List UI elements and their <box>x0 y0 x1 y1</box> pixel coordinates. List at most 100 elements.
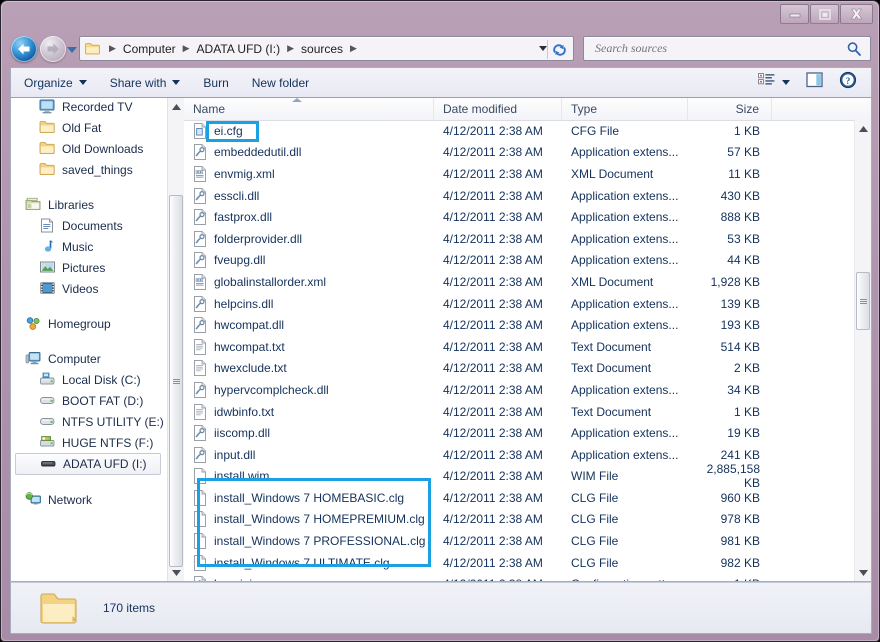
column-header-size[interactable]: Size <box>688 98 772 120</box>
scroll-down-arrow-icon[interactable] <box>855 564 871 581</box>
sidebar-scrollbar-track[interactable] <box>168 115 184 567</box>
sidebar-item-music[interactable]: Music <box>11 236 169 257</box>
table-row[interactable]: install_Windows 7 HOMEBASIC.clg 4/12/2011… <box>184 487 855 509</box>
file-list-scrollbar-thumb[interactable] <box>856 272 870 330</box>
file-name-cell[interactable]: hwcompat.txt <box>184 338 434 355</box>
search-box[interactable] <box>583 36 871 61</box>
file-name-cell[interactable]: ei.cfg <box>184 122 434 139</box>
change-view-button[interactable] <box>751 71 797 94</box>
sidebar-scrollbar[interactable] <box>167 98 184 581</box>
table-row[interactable]: ei.cfg 4/12/2011 2:38 AM CFG File 1 KB <box>184 120 855 142</box>
sidebar-item-old-fat[interactable]: Old Fat <box>11 117 169 138</box>
column-header-name[interactable]: Name <box>184 98 434 120</box>
refresh-button[interactable] <box>547 40 570 59</box>
sidebar-scrollbar-thumb[interactable] <box>169 195 183 567</box>
breadcrumb-bar[interactable]: ▶ Computer ▶ ADATA UFD (I:) ▶ sources ▶ <box>79 36 574 61</box>
table-row[interactable]: helpcins.dll 4/12/2011 2:38 AM Application… <box>184 293 855 315</box>
table-row[interactable]: iiscomp.dll 4/12/2011 2:38 AM Application … <box>184 422 855 444</box>
share-with-button[interactable]: Share with <box>100 70 191 95</box>
new-folder-button[interactable]: New folder <box>242 70 319 95</box>
scroll-down-arrow-icon[interactable] <box>168 564 184 581</box>
file-type-cell: WIM File <box>571 469 619 484</box>
sidebar-item-computer[interactable]: Computer <box>11 348 169 369</box>
file-date-cell: 4/12/2011 2:38 AM <box>443 296 543 311</box>
breadcrumb-item-sources[interactable]: sources <box>298 41 346 57</box>
file-name-cell[interactable]: helpcins.dll <box>184 295 434 312</box>
file-list-scrollbar-track[interactable] <box>855 137 871 564</box>
table-row[interactable]: hwcompat.txt 4/12/2011 2:38 AM Text Docume… <box>184 336 855 358</box>
sidebar-item-pictures[interactable]: Pictures <box>11 257 169 278</box>
sidebar-item-saved-things[interactable]: saved_things <box>11 159 169 180</box>
sidebar-item-videos[interactable]: Videos <box>11 278 169 299</box>
sidebar-item-adata-ufd-i[interactable]: ADATA UFD (I:) <box>15 453 161 475</box>
table-row[interactable]: fveupg.dll 4/12/2011 2:38 AM Application e… <box>184 250 855 272</box>
file-name-cell[interactable]: fveupg.dll <box>184 252 434 269</box>
scroll-thumb-grip-icon <box>172 378 180 385</box>
file-list-scrollbar[interactable] <box>854 120 871 581</box>
file-name-cell[interactable]: esscli.dll <box>184 187 434 204</box>
scroll-up-arrow-icon[interactable] <box>855 120 871 137</box>
column-header-type[interactable]: Type <box>562 98 688 120</box>
file-name-cell[interactable]: install_Windows 7 PROFESSIONAL.clg <box>184 533 434 550</box>
file-name-cell[interactable]: idwbinfo.txt <box>184 403 434 420</box>
maximize-button[interactable] <box>810 4 839 24</box>
sidebar-item-network[interactable]: Network <box>11 489 169 510</box>
file-name-cell[interactable]: envmig.xml <box>184 165 434 182</box>
table-row[interactable]: idwbinfo.txt 4/12/2011 2:38 AM Text Docume… <box>184 401 855 423</box>
sidebar-item-libraries[interactable]: Libraries <box>11 194 169 215</box>
file-name-cell[interactable]: input.dll <box>184 446 434 463</box>
file-name-cell[interactable]: hypervcomplcheck.dll <box>184 381 434 398</box>
forward-button[interactable] <box>40 36 66 62</box>
sidebar-item-local-disk-c[interactable]: Local Disk (C:) <box>11 369 169 390</box>
burn-button[interactable]: Burn <box>193 70 238 95</box>
table-row[interactable]: fastprox.dll 4/12/2011 2:38 AM Application… <box>184 206 855 228</box>
breadcrumb-item-drive[interactable]: ADATA UFD (I:) <box>194 41 284 57</box>
file-name-cell[interactable]: hwcompat.dll <box>184 317 434 334</box>
sidebar-item-huge-ntfs-f[interactable]: HUGE NTFS (F:) <box>11 432 169 453</box>
sidebar-item-ntfs-utility-e[interactable]: NTFS UTILITY (E:) <box>11 411 169 432</box>
file-name-label: hwexclude.txt <box>214 361 287 376</box>
file-name-cell[interactable]: install_Windows 7 ULTIMATE.clg <box>184 554 434 571</box>
file-name-cell[interactable]: fastprox.dll <box>184 209 434 226</box>
file-name-cell[interactable]: install.wim <box>184 468 434 485</box>
file-name-cell[interactable]: embeddedutil.dll <box>184 144 434 161</box>
sidebar-item-documents[interactable]: Documents <box>11 215 169 236</box>
file-name-cell[interactable]: folderprovider.dll <box>184 230 434 247</box>
chevron-down-icon[interactable] <box>782 80 790 85</box>
file-name-cell[interactable]: install_Windows 7 HOMEPREMIUM.clg <box>184 511 434 528</box>
sidebar-item-homegroup[interactable]: Homegroup <box>11 313 169 334</box>
table-row[interactable]: install_Windows 7 PROFESSIONAL.clg 4/12/2… <box>184 530 855 552</box>
table-row[interactable]: envmig.xml 4/12/2011 2:38 AM XML Document 1… <box>184 163 855 185</box>
file-name-cell[interactable]: install_Windows 7 HOMEBASIC.clg <box>184 489 434 506</box>
file-name-cell[interactable]: lang.ini <box>184 576 434 581</box>
chevron-down-icon[interactable] <box>539 46 547 51</box>
file-name-cell[interactable]: hwexclude.txt <box>184 360 434 377</box>
table-row[interactable]: install.wim 4/12/2011 2:38 AM WIM File 2,88… <box>184 462 855 490</box>
sidebar-item-boot-fat-d[interactable]: BOOT FAT (D:) <box>11 390 169 411</box>
search-input[interactable] <box>593 40 832 57</box>
help-button[interactable]: ? <box>833 71 865 94</box>
organize-button[interactable]: Organize <box>14 70 97 95</box>
file-name-cell[interactable]: iiscomp.dll <box>184 425 434 442</box>
preview-pane-button[interactable] <box>797 71 833 94</box>
scroll-up-arrow-icon[interactable] <box>168 98 184 115</box>
table-row[interactable]: hwcompat.dll 4/12/2011 2:38 AM Application… <box>184 314 855 336</box>
table-row[interactable]: folderprovider.dll 4/12/2011 2:38 AM Appli… <box>184 228 855 250</box>
file-name-cell[interactable]: globalinstallorder.xml <box>184 273 434 290</box>
table-row[interactable]: hwexclude.txt 4/12/2011 2:38 AM Text Docum… <box>184 358 855 380</box>
table-row[interactable]: esscli.dll 4/12/2011 2:38 AM Application e… <box>184 185 855 207</box>
close-button[interactable] <box>840 4 873 24</box>
table-row[interactable]: install_Windows 7 HOMEPREMIUM.clg 4/12/20… <box>184 509 855 531</box>
table-row[interactable]: globalinstallorder.xml 4/12/2011 2:38 AM X… <box>184 271 855 293</box>
history-dropdown-icon[interactable] <box>67 47 77 53</box>
table-row[interactable]: install_Windows 7 ULTIMATE.clg 4/12/2011 … <box>184 552 855 574</box>
table-row[interactable]: lang.ini 4/12/2011 2:38 AMConfiguration s… <box>184 573 855 581</box>
table-row[interactable]: hypervcomplcheck.dll 4/12/2011 2:38 AM App… <box>184 379 855 401</box>
back-button[interactable] <box>11 36 37 62</box>
sidebar-item-old-downloads[interactable]: Old Downloads <box>11 138 169 159</box>
column-header-date-modified[interactable]: Date modified <box>434 98 562 120</box>
sidebar-item-recorded-tv[interactable]: Recorded TV <box>11 98 169 117</box>
breadcrumb-item-computer[interactable]: Computer <box>120 41 179 57</box>
minimize-button[interactable] <box>780 4 809 24</box>
table-row[interactable]: embeddedutil.dll 4/12/2011 2:38 AM Applica… <box>184 142 855 164</box>
